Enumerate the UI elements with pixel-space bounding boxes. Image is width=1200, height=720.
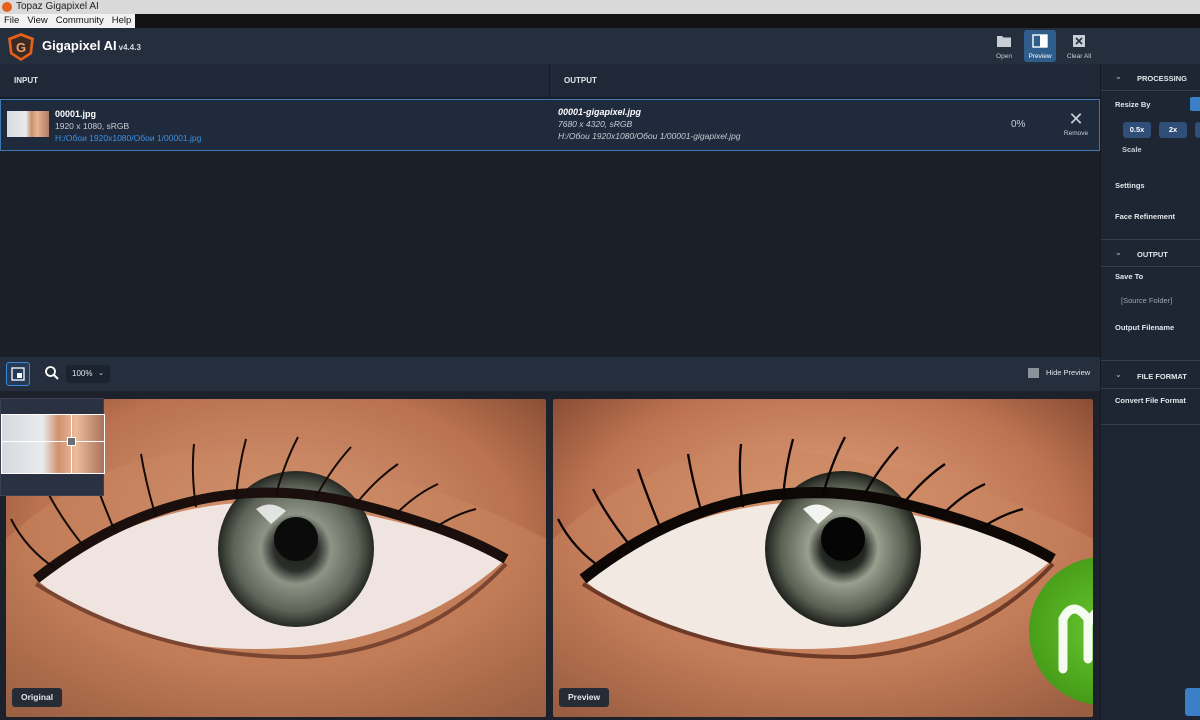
- processing-header-label: PROCESSING: [1137, 74, 1188, 83]
- output-section-header[interactable]: ⌄ OUTPUT: [1101, 244, 1200, 266]
- table-row[interactable]: 00001.jpg 1920 x 1080, sRGB H:/Обои 1920…: [0, 99, 1100, 151]
- scale-2x-button[interactable]: 2x: [1159, 122, 1187, 138]
- chevron-down-icon: ⌄: [1115, 248, 1122, 257]
- zoom-icon[interactable]: [44, 365, 60, 381]
- settings-panel: ⌄ PROCESSING Resize By 0.5x 2x Scale Set…: [1100, 64, 1200, 720]
- convert-file-format-label[interactable]: Convert File Format: [1115, 396, 1186, 405]
- preview-area: Original Preview: [0, 391, 1100, 720]
- settings-label[interactable]: Settings: [1115, 181, 1145, 190]
- column-divider: [549, 64, 550, 98]
- clear-all-button[interactable]: Clear All: [1063, 30, 1095, 62]
- hide-preview-icon: [1028, 368, 1039, 379]
- divider: [1101, 360, 1200, 361]
- input-filename: 00001.jpg: [55, 109, 97, 119]
- chevron-down-icon: ⌄: [1115, 370, 1122, 379]
- preview-label: Preview: [559, 688, 610, 707]
- navigator-drag-handle[interactable]: [67, 437, 76, 446]
- output-column-header: OUTPUT: [564, 76, 597, 85]
- scale-label: Scale: [1122, 145, 1142, 154]
- window-titlebar: Topaz Gigapixel AI: [0, 0, 1200, 14]
- gigapixel-logo-icon: G: [8, 33, 34, 61]
- hide-preview-label: Hide Preview: [1046, 368, 1091, 377]
- scale-0-5x-button[interactable]: 0.5x: [1123, 122, 1151, 138]
- svg-text:G: G: [16, 40, 26, 55]
- menu-view[interactable]: View: [23, 14, 51, 28]
- window-title: Topaz Gigapixel AI: [16, 1, 99, 12]
- menu-community[interactable]: Community: [52, 14, 108, 28]
- processing-section-header[interactable]: ⌄ PROCESSING: [1101, 68, 1200, 90]
- preview-image-pane[interactable]: Preview: [553, 399, 1093, 717]
- resize-by-toggle[interactable]: [1190, 97, 1200, 111]
- app-version: v4.4.3: [118, 43, 141, 52]
- hide-preview-button[interactable]: Hide Preview: [1028, 368, 1091, 379]
- output-filename-label[interactable]: Output Filename: [1115, 323, 1174, 332]
- divider: [1101, 424, 1200, 425]
- app-header: G Gigapixel AI v4.4.3 Open Preview Clear …: [0, 28, 1200, 64]
- save-to-field[interactable]: [Source Folder]: [1121, 296, 1172, 305]
- scale-more-button[interactable]: [1195, 122, 1200, 138]
- clear-all-button-label: Clear All: [1066, 53, 1092, 60]
- app-icon: [2, 2, 12, 12]
- menu-help[interactable]: Help: [108, 14, 136, 28]
- file-format-header-label: FILE FORMAT: [1137, 372, 1187, 381]
- preview-eye-image: [553, 399, 1093, 717]
- face-refinement-label[interactable]: Face Refinement: [1115, 212, 1175, 221]
- file-list-empty-area: [0, 152, 1100, 357]
- chevron-down-icon: ⌄: [98, 370, 104, 377]
- app-title: Gigapixel AI: [42, 38, 117, 53]
- app-name: Gigapixel AI v4.4.3: [42, 38, 141, 53]
- output-filename: 00001-gigapixel.jpg: [558, 107, 642, 117]
- navigator-viewport: [1, 414, 105, 474]
- zoom-value: 100%: [72, 369, 93, 378]
- close-icon: ✕: [1068, 109, 1084, 129]
- progress-percent: 0%: [1011, 119, 1026, 130]
- remove-button-label: Remove: [1063, 130, 1089, 137]
- resize-by-label: Resize By: [1115, 100, 1151, 109]
- menu-bar: File View Community Help: [0, 14, 1200, 28]
- chevron-down-icon: ⌄: [1115, 72, 1122, 81]
- preview-button[interactable]: Preview: [1024, 30, 1056, 62]
- menu-items: File View Community Help: [0, 14, 136, 28]
- output-dimensions: 7680 x 4320, sRGB: [558, 119, 633, 129]
- save-to-label: Save To: [1115, 272, 1144, 281]
- input-dimensions: 1920 x 1080, sRGB: [55, 121, 130, 131]
- input-column-header: INPUT: [14, 76, 38, 85]
- zoom-select[interactable]: 100% ⌄: [66, 365, 110, 383]
- menu-file[interactable]: File: [0, 14, 23, 28]
- open-button-label: Open: [996, 53, 1012, 60]
- output-path: H:/Обои 1920x1080/Обои 1/00001-gigapixel…: [558, 131, 741, 141]
- divider: [1101, 239, 1200, 240]
- navigator-thumbnail[interactable]: [0, 398, 105, 496]
- output-header-label: OUTPUT: [1137, 250, 1168, 259]
- clear-all-icon: [1073, 35, 1085, 47]
- fit-view-button[interactable]: [6, 362, 30, 386]
- input-path-link[interactable]: H:/Обои 1920x1080/Обои 1/00001.jpg: [55, 133, 201, 143]
- preview-button-label: Preview: [1028, 53, 1052, 60]
- divider: [1101, 266, 1200, 267]
- open-button[interactable]: Open: [988, 30, 1020, 62]
- remove-button[interactable]: ✕ Remove: [1061, 110, 1091, 140]
- file-table-header: INPUT OUTPUT: [0, 64, 1100, 98]
- fit-view-icon: [11, 367, 25, 381]
- file-format-section-header[interactable]: ⌄ FILE FORMAT: [1101, 366, 1200, 388]
- split-view-icon: [1032, 34, 1048, 48]
- input-thumbnail: [7, 111, 49, 137]
- folder-icon: [997, 36, 1011, 47]
- original-label: Original: [12, 688, 63, 707]
- divider: [1101, 388, 1200, 389]
- save-button[interactable]: [1185, 688, 1200, 716]
- navigator-crosshair-horizontal: [1, 441, 105, 442]
- preview-toolbar: 100% ⌄ Hide Preview: [0, 357, 1100, 391]
- divider: [1101, 90, 1200, 91]
